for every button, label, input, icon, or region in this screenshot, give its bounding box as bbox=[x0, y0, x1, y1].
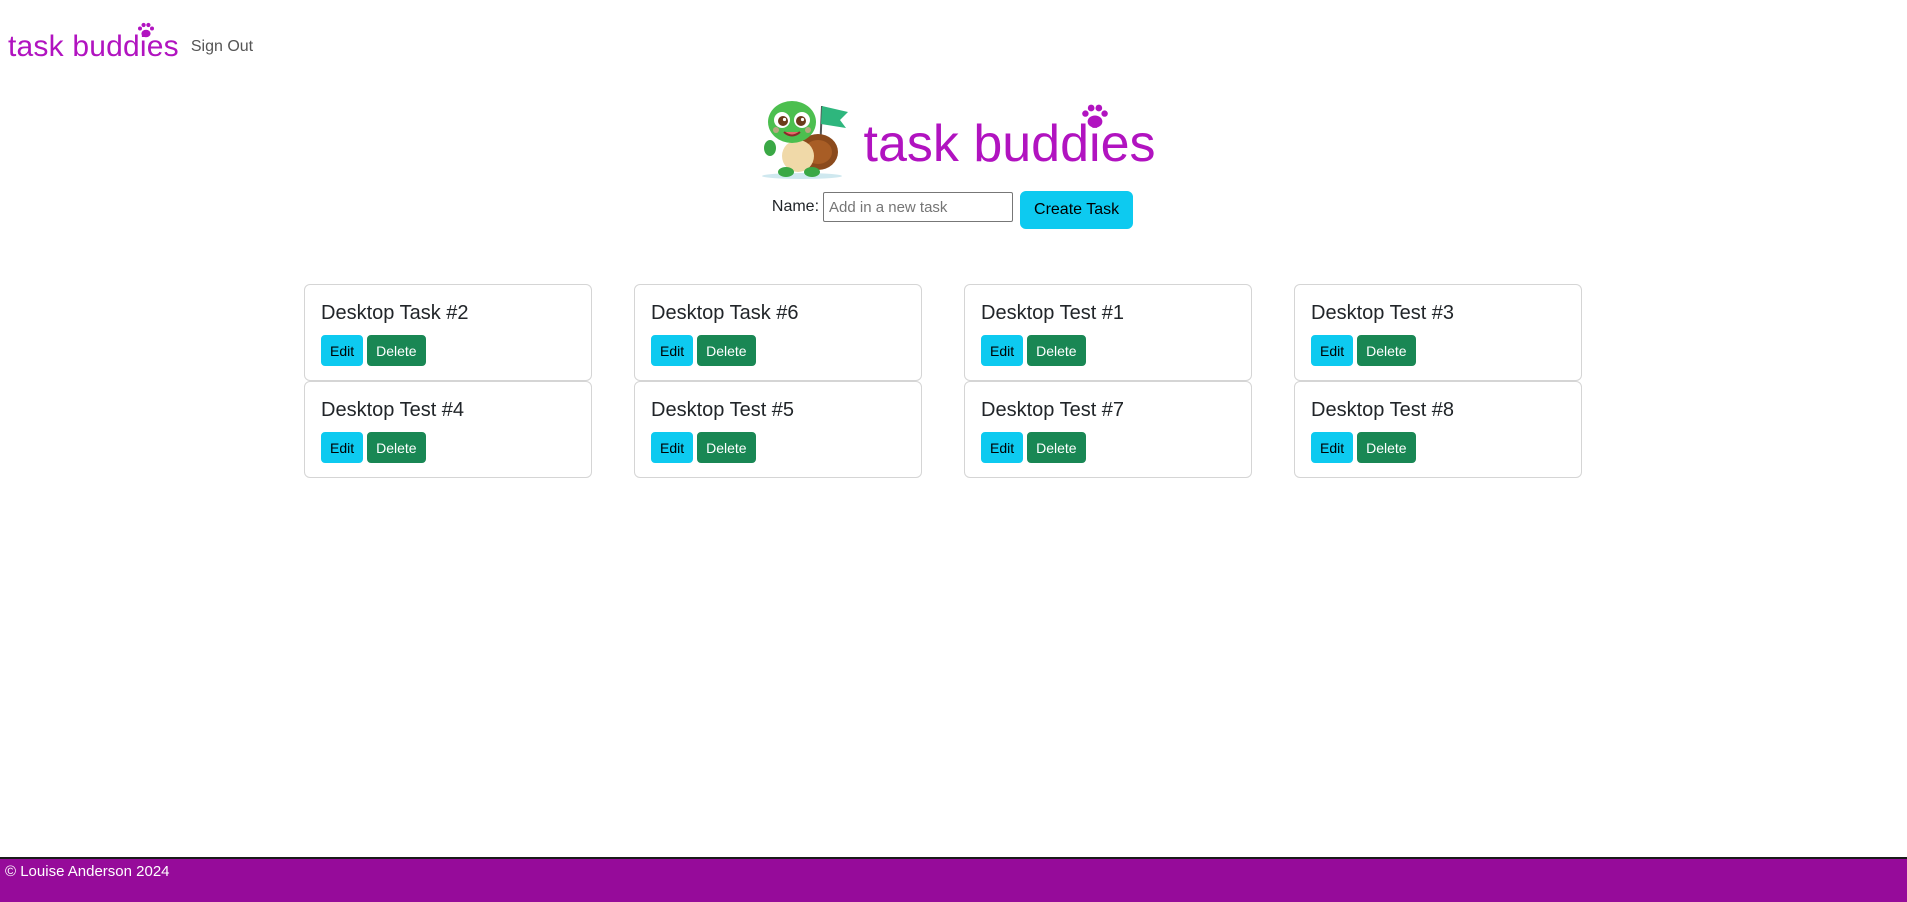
page: task buddies Sign Out task buddies Name:… bbox=[0, 0, 1907, 902]
task-actions: Edit Delete bbox=[321, 335, 575, 366]
create-task-button[interactable]: Create Task bbox=[1020, 191, 1134, 229]
hero-title-text: task buddies bbox=[863, 115, 1156, 173]
task-actions: Edit Delete bbox=[981, 335, 1235, 366]
task-actions: Edit Delete bbox=[1311, 432, 1565, 463]
turtle-mascot bbox=[761, 101, 848, 179]
copyright-text: © Louise Anderson 2024 bbox=[5, 863, 170, 880]
delete-button[interactable]: Delete bbox=[367, 432, 426, 463]
edit-button[interactable]: Edit bbox=[651, 432, 694, 463]
paw-icon bbox=[1081, 104, 1108, 128]
task-card: Desktop Test #1 Edit Delete bbox=[964, 284, 1252, 381]
task-title: Desktop Test #4 bbox=[321, 399, 465, 421]
task-card: Desktop Test #7 Edit Delete bbox=[964, 381, 1252, 478]
edit-button[interactable]: Edit bbox=[321, 432, 364, 463]
name-label: Name: bbox=[771, 198, 820, 215]
edit-button[interactable]: Edit bbox=[981, 335, 1024, 366]
edit-button[interactable]: Edit bbox=[651, 335, 694, 366]
task-actions: Edit Delete bbox=[651, 432, 905, 463]
task-title: Desktop Test #1 bbox=[981, 302, 1125, 324]
task-title: Desktop Task #2 bbox=[321, 302, 469, 324]
task-card: Desktop Task #2 Edit Delete bbox=[304, 284, 592, 381]
task-title: Desktop Test #3 bbox=[1311, 302, 1455, 324]
task-title: Desktop Test #5 bbox=[651, 399, 795, 421]
task-actions: Edit Delete bbox=[321, 432, 575, 463]
delete-button[interactable]: Delete bbox=[697, 335, 756, 366]
task-card: Desktop Test #3 Edit Delete bbox=[1294, 284, 1582, 381]
task-actions: Edit Delete bbox=[981, 432, 1235, 463]
new-task-form: Name: Create Task bbox=[0, 188, 1907, 229]
delete-button[interactable]: Delete bbox=[1357, 335, 1416, 366]
edit-button[interactable]: Edit bbox=[981, 432, 1024, 463]
task-card: Desktop Test #4 Edit Delete bbox=[304, 381, 592, 478]
delete-button[interactable]: Delete bbox=[1027, 335, 1086, 366]
delete-button[interactable]: Delete bbox=[367, 335, 426, 366]
hero-inner: task buddies bbox=[756, 94, 1156, 180]
task-card: Desktop Test #8 Edit Delete bbox=[1294, 381, 1582, 478]
delete-button[interactable]: Delete bbox=[1357, 432, 1416, 463]
navbar: task buddies Sign Out bbox=[0, 20, 253, 68]
task-card: Desktop Task #6 Edit Delete bbox=[634, 284, 922, 381]
edit-button[interactable]: Edit bbox=[1311, 432, 1354, 463]
task-card: Desktop Test #5 Edit Delete bbox=[634, 381, 922, 478]
task-title: Desktop Test #7 bbox=[981, 399, 1125, 421]
brand-link[interactable]: task buddies bbox=[8, 22, 179, 62]
edit-button[interactable]: Edit bbox=[1311, 335, 1354, 366]
paw-icon bbox=[138, 22, 154, 38]
delete-button[interactable]: Delete bbox=[1027, 432, 1086, 463]
task-actions: Edit Delete bbox=[1311, 335, 1565, 366]
task-actions: Edit Delete bbox=[651, 335, 905, 366]
hero: task buddies bbox=[0, 94, 1907, 180]
task-title: Desktop Test #8 bbox=[1311, 399, 1455, 421]
sign-out-link[interactable]: Sign Out bbox=[191, 32, 253, 56]
task-title: Desktop Task #6 bbox=[651, 302, 799, 324]
new-task-form-inner: Name: Create Task bbox=[771, 188, 1134, 229]
footer: © Louise Anderson 2024 bbox=[0, 857, 1907, 902]
edit-button[interactable]: Edit bbox=[321, 335, 364, 366]
hero-title: task buddies bbox=[863, 104, 1156, 173]
task-grid: Desktop Task #2 Edit Delete Desktop Task… bbox=[304, 284, 1582, 478]
task-name-input[interactable] bbox=[823, 192, 1014, 222]
delete-button[interactable]: Delete bbox=[697, 432, 756, 463]
